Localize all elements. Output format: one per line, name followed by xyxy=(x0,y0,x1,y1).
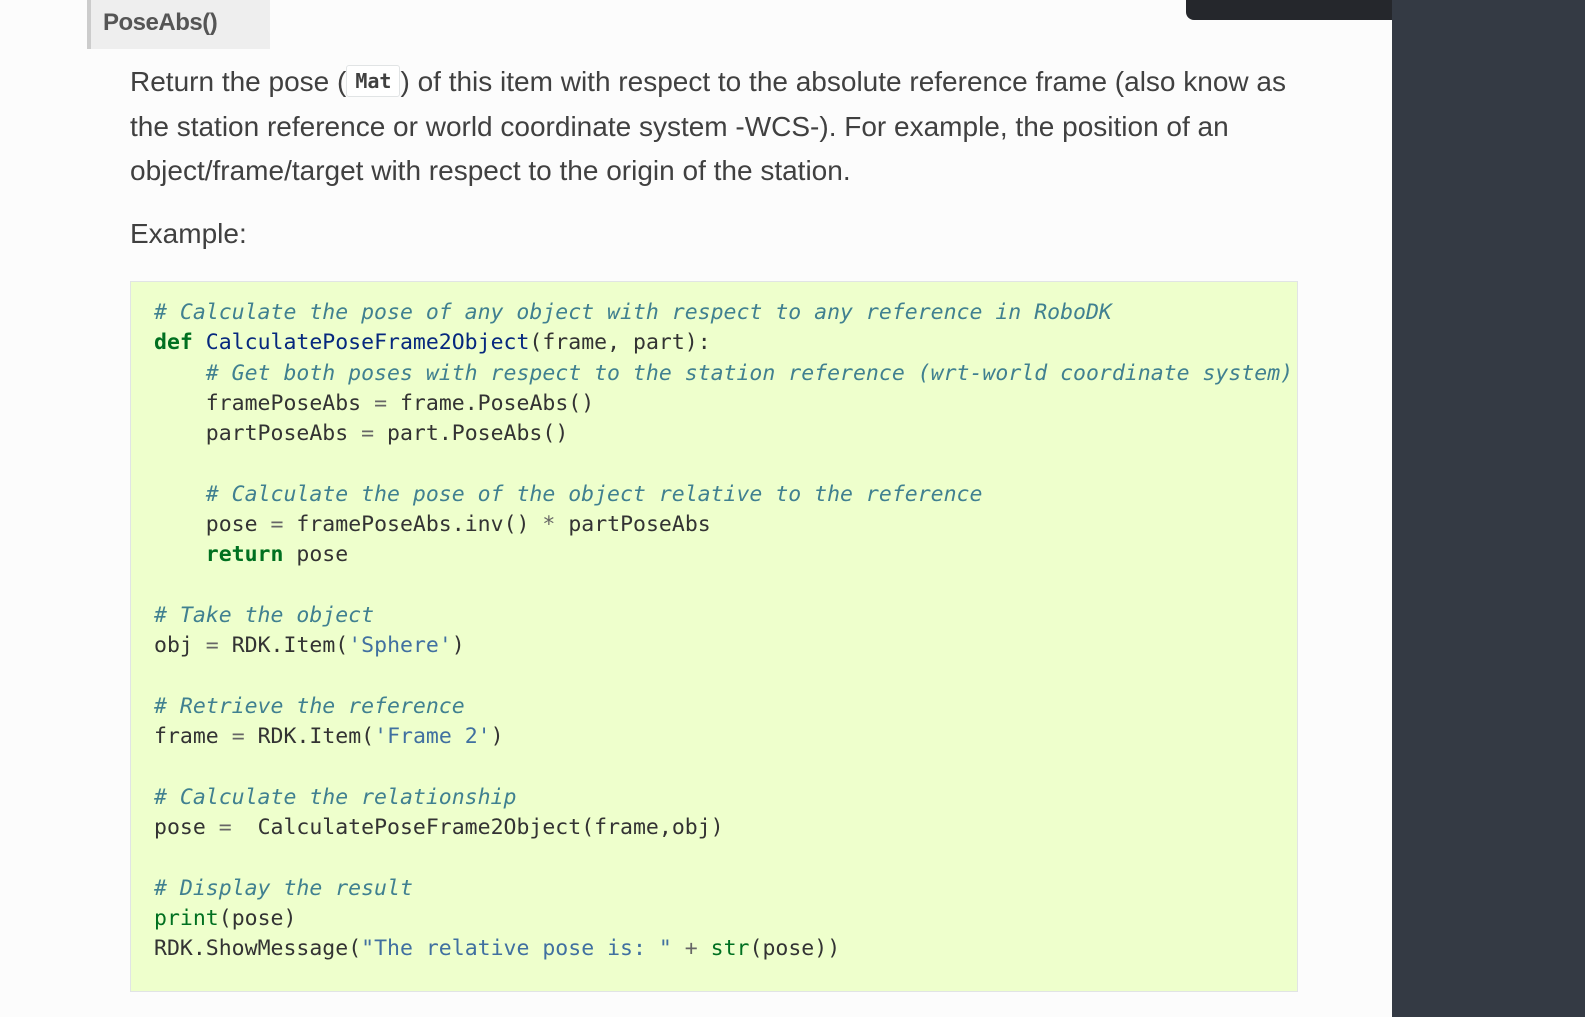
inline-code-mat: Mat xyxy=(346,65,401,97)
description-text-start: Return the pose ( xyxy=(130,66,347,97)
code-line: # Get both poses with respect to the sta… xyxy=(205,360,1294,386)
method-signature-header: PoseAbs() xyxy=(87,0,270,49)
example-label: Example: xyxy=(130,218,247,249)
method-signature: PoseAbs() xyxy=(103,9,218,36)
code-line: # Calculate the pose of any object with … xyxy=(154,300,1112,325)
code-line: # Take the object xyxy=(154,602,375,628)
code-line: # Calculate the pose of the object relat… xyxy=(205,481,983,507)
code-block: # Calculate the pose of any object with … xyxy=(130,281,1298,992)
code-line: def CalculatePoseFrame2Object(frame, par… xyxy=(154,330,711,356)
code-line: framePoseAbs = frame.PoseAbs() xyxy=(205,390,595,416)
code-line: RDK.ShowMessage("The relative pose is: "… xyxy=(154,936,841,962)
code-line: print(pose) xyxy=(154,905,297,931)
code-line: pose = framePoseAbs.inv() * partPoseAbs xyxy=(205,512,711,538)
code-line: return pose xyxy=(205,542,349,568)
code-line: obj = RDK.Item('Sphere') xyxy=(154,633,465,659)
code-line: # Calculate the relationship xyxy=(154,784,517,810)
code-line: partPoseAbs = part.PoseAbs() xyxy=(205,421,569,447)
code-line: # Retrieve the reference xyxy=(154,693,465,719)
code-line: pose = CalculatePoseFrame2Object(frame,o… xyxy=(154,815,724,841)
code-lines: # Calculate the pose of any object with … xyxy=(154,298,1293,965)
code-line: # Display the result xyxy=(154,875,413,901)
method-description: Return the pose (Mat) of this item with … xyxy=(130,60,1305,194)
code-line: frame = RDK.Item('Frame 2') xyxy=(154,724,504,750)
right-sidebar xyxy=(1392,0,1585,1017)
